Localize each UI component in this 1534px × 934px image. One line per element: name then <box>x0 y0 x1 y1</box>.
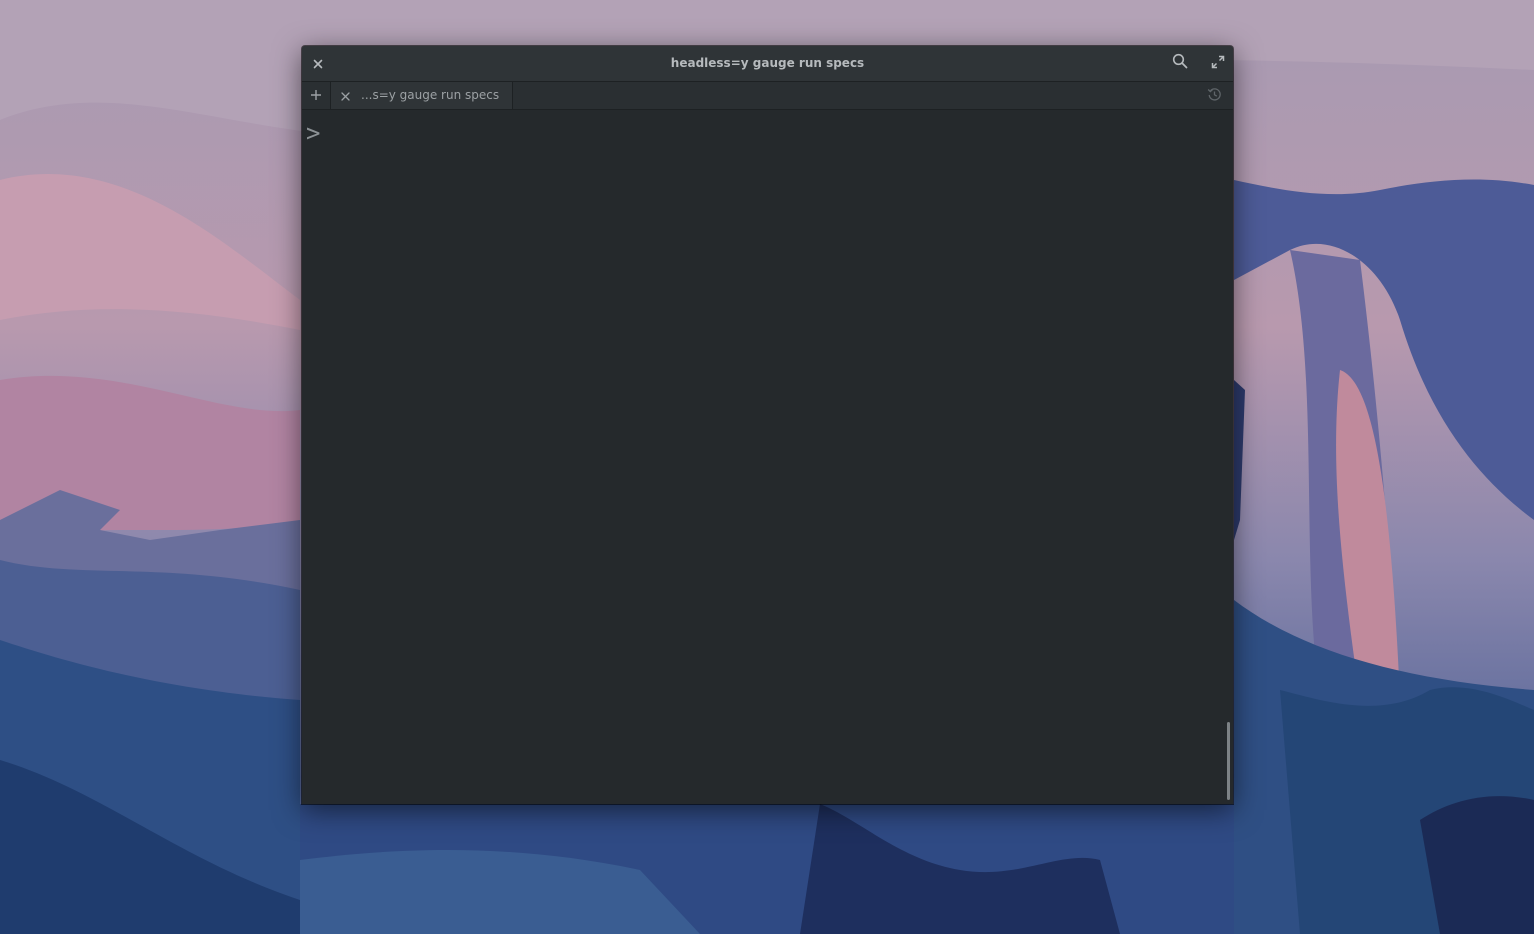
close-icon <box>340 86 350 105</box>
tab-bar: ...s=y gauge run specs <box>302 82 1233 110</box>
maximize-button[interactable] <box>1208 53 1228 73</box>
scrollbar[interactable] <box>1227 722 1230 800</box>
new-tab-button[interactable] <box>302 82 331 109</box>
terminal-window: headless=y gauge run specs ...s=y gauge … <box>302 46 1233 804</box>
tab-active[interactable]: ...s=y gauge run specs <box>331 82 513 109</box>
search-button[interactable] <box>1170 53 1190 73</box>
desktop: headless=y gauge run specs ...s=y gauge … <box>0 0 1534 934</box>
terminal-area[interactable]: > <box>302 110 1233 804</box>
plus-icon <box>310 86 322 105</box>
terminal-prompt: > <box>306 119 321 147</box>
tab-label: ...s=y gauge run specs <box>361 88 500 102</box>
history-icon <box>1207 87 1222 106</box>
tab-history-button[interactable] <box>1205 87 1223 105</box>
search-icon <box>1172 53 1188 73</box>
maximize-icon <box>1211 54 1225 73</box>
window-title: headless=y gauge run specs <box>670 56 865 70</box>
titlebar: headless=y gauge run specs <box>302 46 1233 82</box>
tab-close-button[interactable] <box>336 86 354 104</box>
